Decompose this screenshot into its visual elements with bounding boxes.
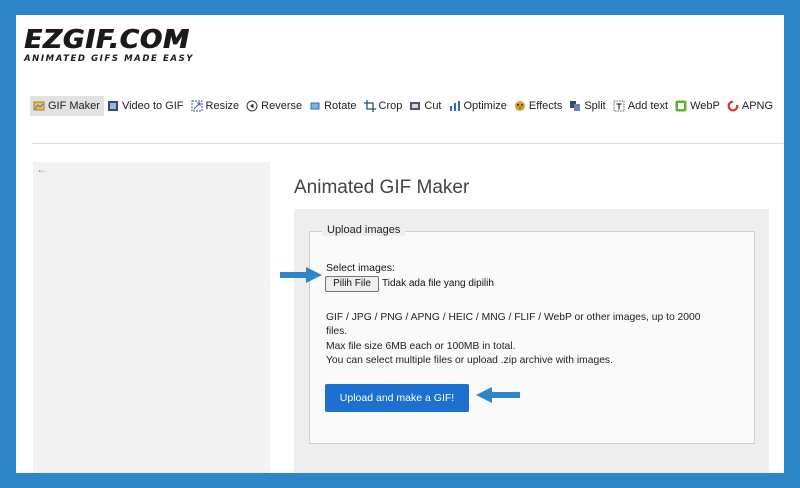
nav-resize-label: Resize: [205, 100, 240, 112]
screenshot-frame: EZGIF.COM ANIMATED GIFS MADE EASY GIF Ma…: [0, 0, 800, 488]
info-line: GIF / JPG / PNG / APNG / HEIC / MNG / FL…: [326, 312, 701, 323]
nav-cut[interactable]: Cut: [406, 96, 445, 116]
add-text-icon: [613, 100, 625, 112]
upload-submit-button[interactable]: Upload and make a GIF!: [325, 384, 469, 412]
page-title: Animated GIF Maker: [294, 177, 470, 198]
logo-text: EZGIF.COM: [24, 25, 190, 55]
nav-video-to-gif-label: Video to GIF: [121, 100, 184, 112]
info-line: files.: [326, 326, 348, 338]
nav-add-text[interactable]: Add text: [610, 96, 672, 116]
nav-reverse[interactable]: Reverse: [243, 96, 306, 116]
arrow-left-icon: [476, 387, 520, 403]
upload-panel: Upload images Select images: Pilih File …: [294, 209, 769, 473]
nav-webp[interactable]: WebP: [672, 96, 724, 116]
upload-fieldset: Upload images Select images: Pilih File …: [309, 224, 755, 444]
gif-maker-icon: [33, 100, 45, 112]
nav-resize[interactable]: Resize: [188, 96, 244, 116]
nav-cut-label: Cut: [424, 100, 442, 112]
info-line: Max file size 6MB each or 100MB in total…: [326, 340, 516, 352]
nav-rotate[interactable]: Rotate: [306, 96, 360, 116]
nav-rotate-label: Rotate: [324, 100, 357, 112]
nav-crop-label: Crop: [378, 100, 403, 112]
rotate-icon: [309, 100, 321, 112]
select-images-label: Select images:: [326, 262, 395, 274]
nav-crop[interactable]: Crop: [361, 96, 407, 116]
film-icon: [107, 100, 119, 112]
nav-effects[interactable]: Effects: [511, 96, 566, 116]
upload-info: GIF / JPG / PNG / APNG / HEIC / MNG / FL…: [326, 311, 746, 368]
reverse-icon: [246, 100, 258, 112]
page: EZGIF.COM ANIMATED GIFS MADE EASY GIF Ma…: [16, 15, 784, 473]
back-arrow-icon[interactable]: ←: [36, 162, 48, 176]
site-logo[interactable]: EZGIF.COM ANIMATED GIFS MADE EASY: [24, 27, 194, 64]
nav-reverse-label: Reverse: [261, 100, 303, 112]
nav-video-to-gif[interactable]: Video to GIF: [104, 96, 188, 116]
logo-tagline: ANIMATED GIFS MADE EASY: [24, 54, 195, 64]
apng-icon: [727, 100, 739, 112]
crop-icon: [363, 100, 376, 112]
split-icon: [569, 100, 581, 112]
nav-gif-maker[interactable]: GIF Maker: [30, 96, 104, 116]
nav-gif-maker-label: GIF Maker: [48, 100, 100, 112]
file-status-text: Tidak ada file yang dipilih: [382, 278, 494, 289]
upload-legend: Upload images: [322, 224, 406, 236]
nav-divider: [32, 143, 784, 144]
info-line: You can select multiple files or upload …: [326, 354, 613, 366]
resize-icon: [191, 100, 203, 112]
effects-icon: [514, 100, 526, 112]
nav-split[interactable]: Split: [566, 96, 609, 116]
optimize-icon: [449, 100, 461, 112]
nav-add-text-label: Add text: [627, 100, 669, 112]
nav-split-label: Split: [584, 100, 606, 112]
nav-apng[interactable]: APNG: [724, 96, 777, 116]
webp-icon: [675, 100, 687, 112]
cut-icon: [409, 100, 421, 112]
nav-optimize[interactable]: Optimize: [446, 96, 511, 116]
arrow-right-icon: [280, 267, 322, 283]
main-nav: GIF Maker Video to GIF Resize Reverse Ro…: [30, 96, 784, 116]
nav-effects-label: Effects: [528, 100, 563, 112]
choose-file-button[interactable]: Pilih File: [325, 276, 379, 292]
nav-webp-label: WebP: [690, 100, 720, 112]
sidebar: ←: [33, 162, 270, 473]
nav-optimize-label: Optimize: [463, 100, 507, 112]
nav-apng-label: APNG: [741, 100, 774, 112]
